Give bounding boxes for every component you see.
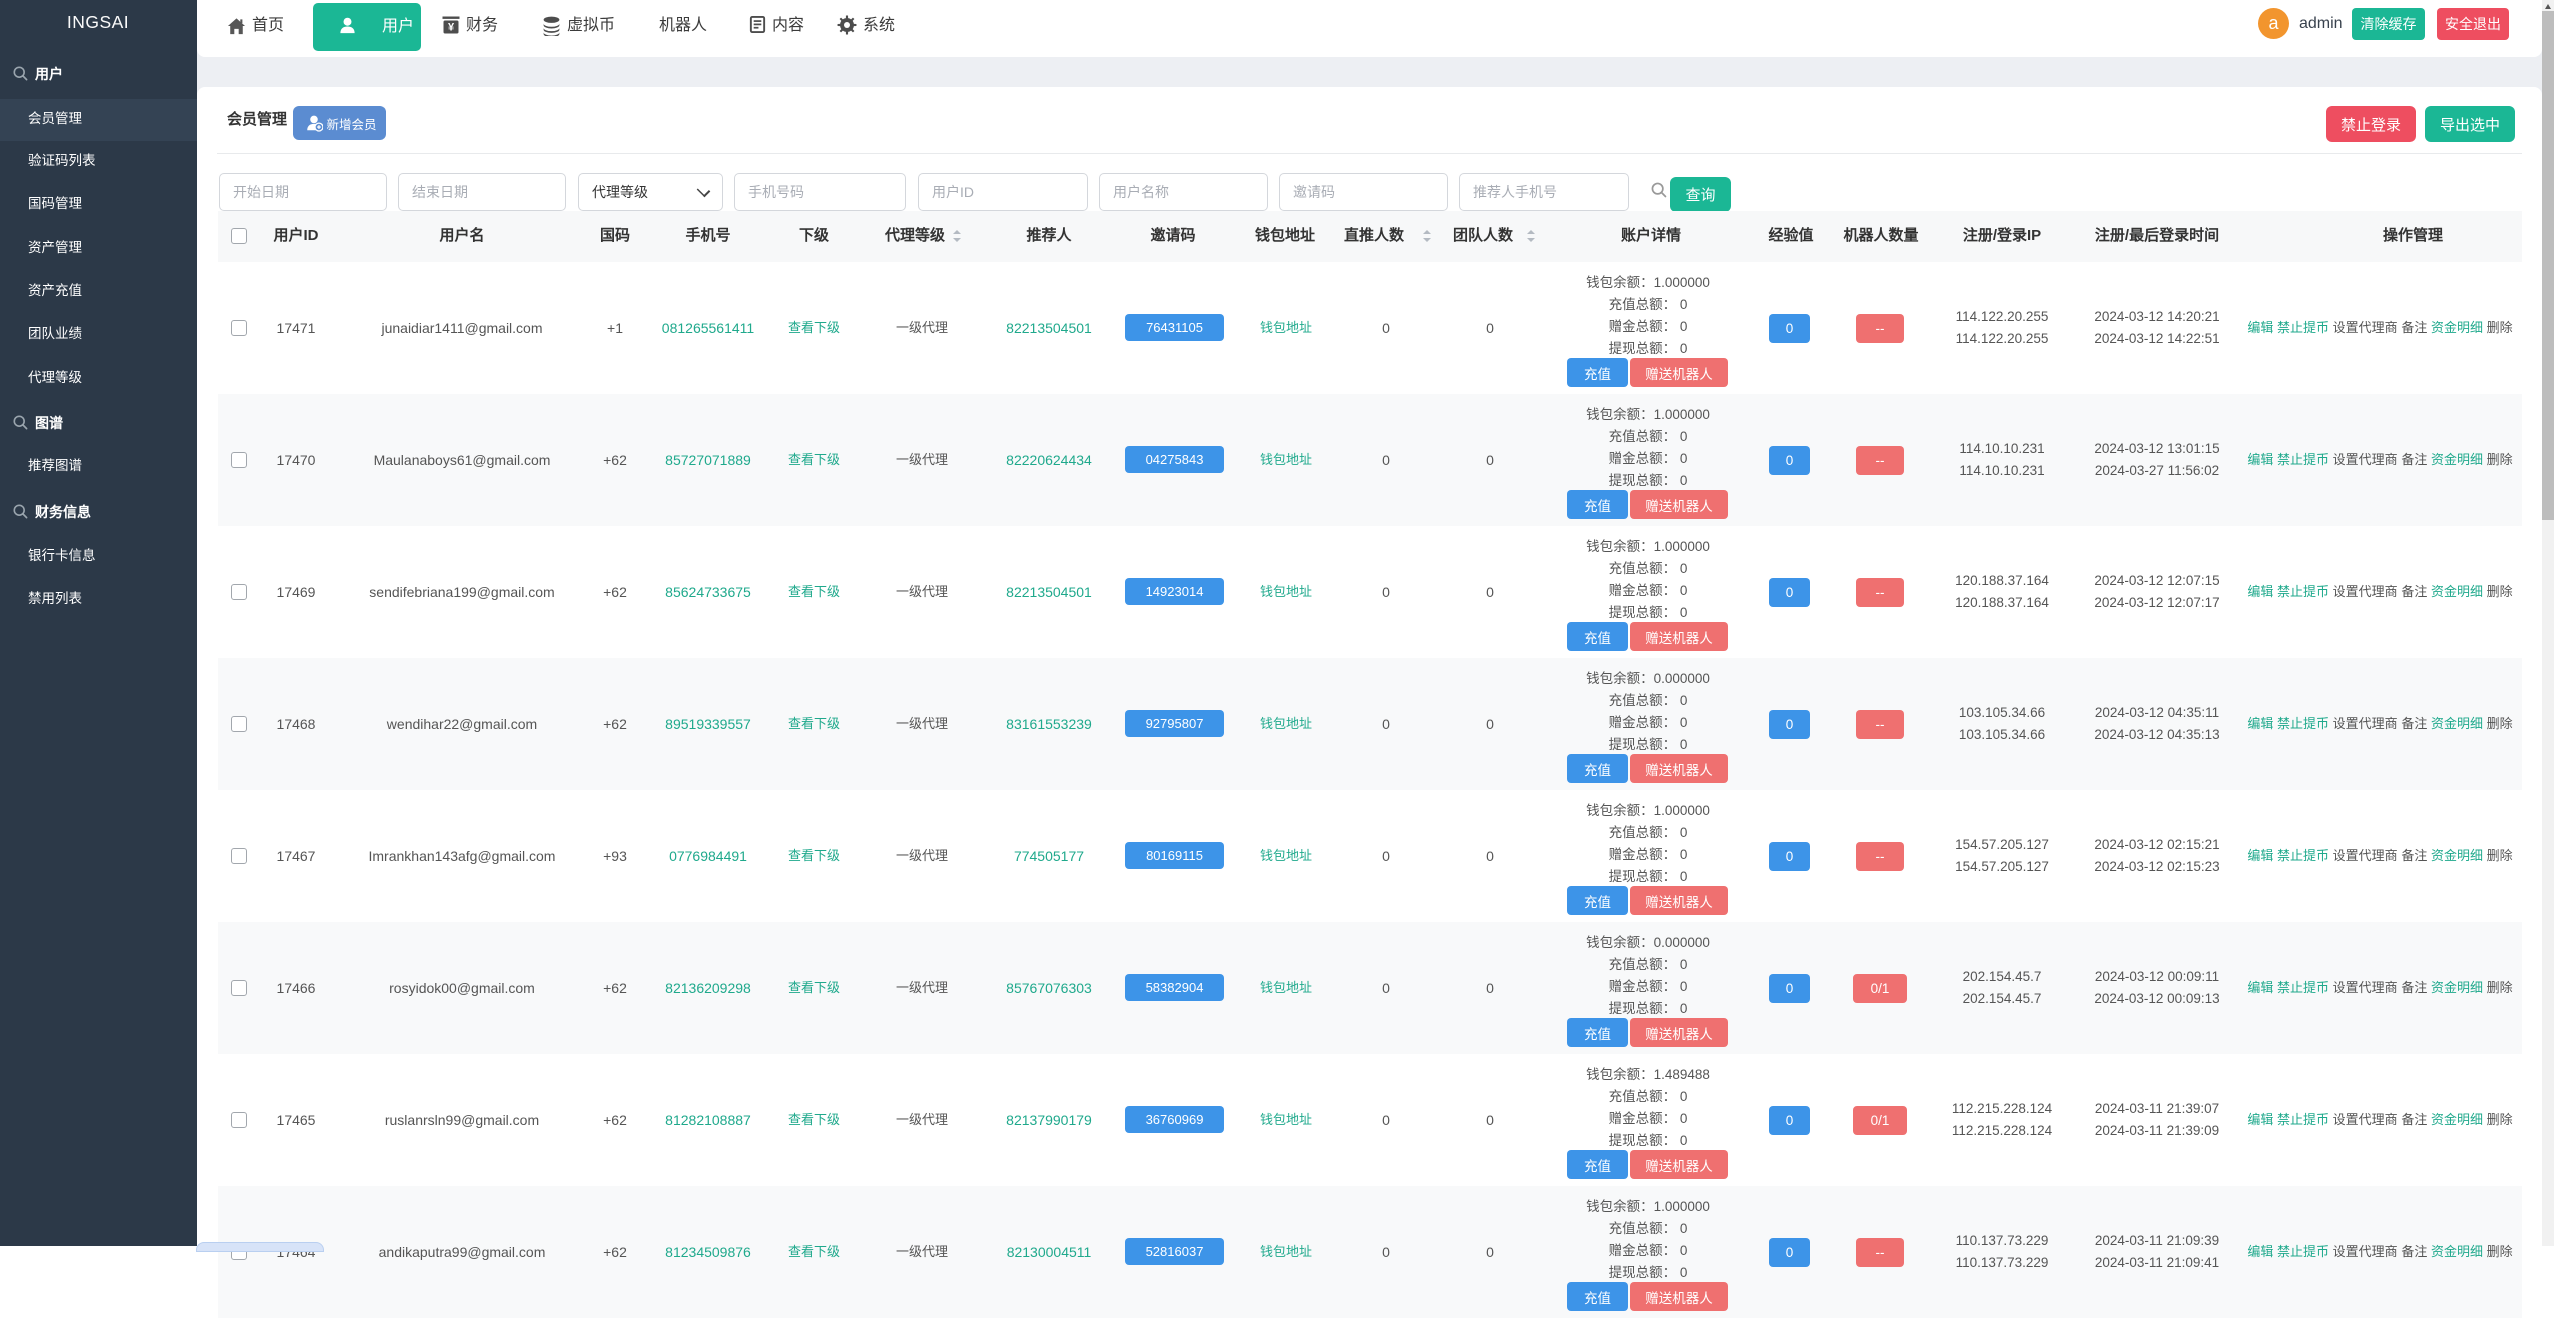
svg-text:¥: ¥: [448, 22, 455, 34]
